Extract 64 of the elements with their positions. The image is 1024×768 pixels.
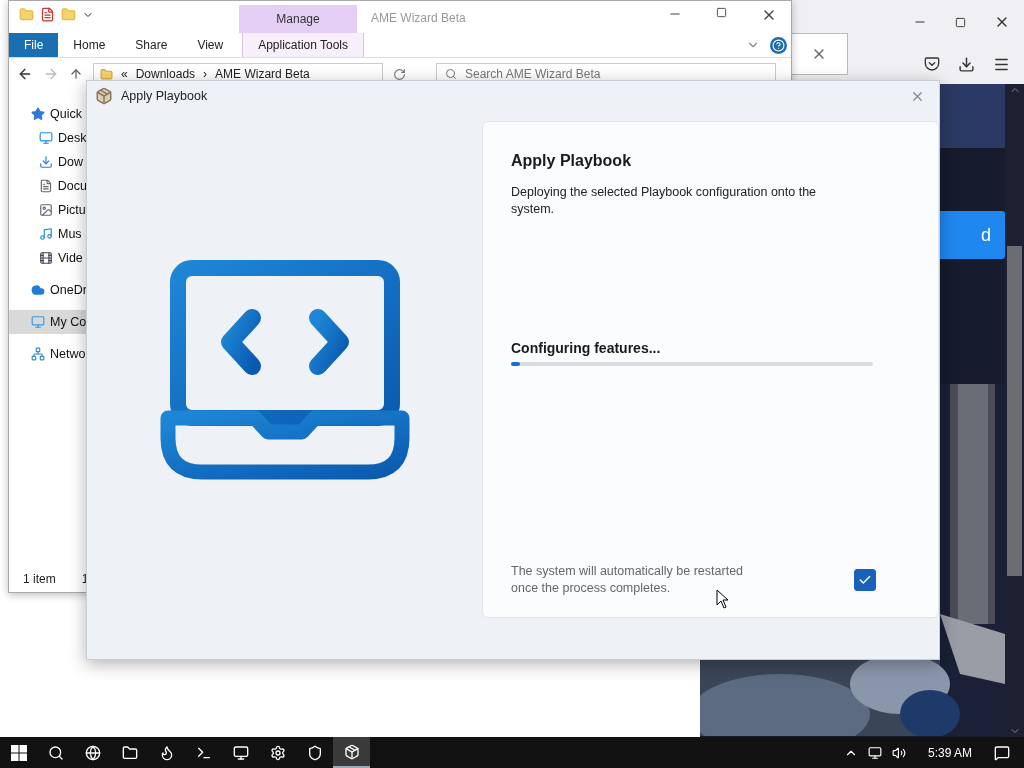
progress-label: Configuring features... [511, 340, 662, 356]
maximize-icon[interactable] [716, 7, 727, 18]
sidebar-item[interactable]: My Co [9, 310, 87, 334]
ribbon-tab[interactable]: Home [58, 33, 121, 57]
sidebar-item[interactable]: Dow [9, 150, 87, 174]
clock[interactable]: 5:39 AM [927, 745, 972, 760]
properties-icon[interactable] [40, 7, 55, 22]
address-segment[interactable]: Downloads [135, 67, 196, 81]
taskbar-app[interactable] [333, 737, 370, 768]
context-tab-label: Manage [239, 5, 357, 33]
help-icon[interactable] [770, 36, 787, 54]
shield-icon [306, 744, 323, 761]
document-icon [39, 179, 53, 193]
restart-note: The system will automatically be restarted once the process completes. [511, 563, 745, 597]
restart-checkbox[interactable] [854, 569, 876, 591]
folder-icon [121, 744, 138, 761]
download-icon[interactable] [958, 55, 975, 73]
pocket-icon[interactable] [924, 56, 940, 72]
status-text: 1 item [23, 572, 56, 586]
sidebar-item[interactable]: Quick [9, 102, 87, 126]
package-icon [95, 87, 113, 105]
monitor-icon [232, 744, 249, 761]
computer-icon [31, 315, 45, 329]
dialog-title: Apply Playbook [121, 89, 209, 103]
sidebar-item[interactable]: Desk [9, 126, 87, 150]
download-arrow-icon [39, 155, 53, 169]
sidebar-item[interactable]: OneDr [9, 278, 87, 302]
settings-icon [269, 744, 286, 761]
checkmark-icon [858, 573, 872, 587]
cloud-icon [31, 283, 45, 297]
step-heading: Apply Playbook [511, 152, 633, 170]
ribbon-tab[interactable]: View [182, 33, 239, 57]
picture-icon [39, 203, 53, 217]
sidebar-item[interactable]: Vide [9, 246, 87, 270]
sidebar-item[interactable]: Mus [9, 222, 87, 246]
package-icon [343, 743, 360, 760]
address-separator: › [203, 67, 208, 81]
up-icon[interactable] [69, 67, 83, 81]
address-segment[interactable]: AME Wizard Beta [215, 67, 310, 81]
volume-icon[interactable] [891, 745, 906, 760]
laptop-code-icon [159, 259, 410, 480]
sidebar-item[interactable]: Docu [9, 174, 87, 198]
search-icon [445, 68, 457, 80]
refresh-icon[interactable] [393, 67, 406, 81]
sidebar-item[interactable]: Netwo [9, 342, 87, 366]
globe-icon [84, 744, 101, 761]
restore-icon[interactable] [955, 16, 966, 28]
ribbon-tab[interactable]: File [9, 33, 59, 57]
music-note-icon [39, 227, 53, 241]
ribbon-tab[interactable]: Application Tools [242, 33, 365, 57]
address-prefix: « [121, 67, 128, 81]
notification-icon[interactable] [994, 744, 1010, 761]
folder-icon [100, 67, 113, 81]
step-description: Deploying the selected Playbook configuration onto the system. [511, 184, 818, 218]
cursor-icon [716, 589, 730, 609]
sidebar-item[interactable]: Pictu [9, 198, 87, 222]
windows-logo-icon [10, 744, 27, 761]
film-icon [39, 251, 53, 265]
ribbon-tab[interactable]: Share [120, 33, 183, 57]
desktop-icon [39, 131, 53, 145]
window-title: AME Wizard Beta [371, 11, 467, 25]
star-icon [31, 107, 45, 121]
back-icon[interactable] [17, 66, 33, 82]
search-icon [47, 744, 64, 761]
